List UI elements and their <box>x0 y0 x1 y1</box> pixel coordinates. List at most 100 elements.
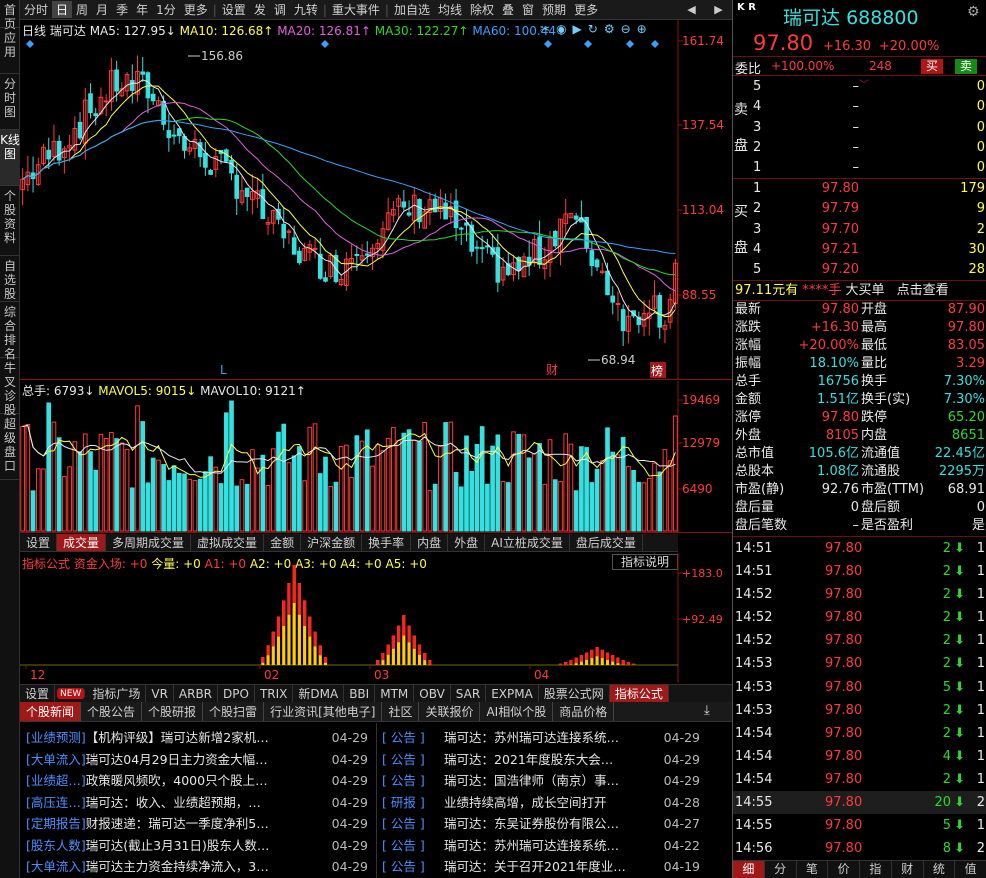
next-arrow-icon[interactable]: ▶ <box>714 3 722 16</box>
indicator-tab-4[interactable]: ARBR <box>174 685 219 702</box>
indicator-panel[interactable]: 指标公式 资金入场: +0 今量: +0 A1: +0 A2: +0 A3: +… <box>20 553 732 683</box>
settings-gear-icon[interactable]: ⚙ <box>967 4 980 20</box>
news-area: [业绩预测]【机构评级】瑞可达新增2家机… 04-29 [大单流入]瑞可达04月29… <box>20 723 732 878</box>
news-item[interactable]: [大单流入]瑞可达主力资金持续净流入，3… 04-29 <box>26 856 376 878</box>
toolbar-item-6[interactable]: 1分 <box>152 1 180 18</box>
left-tab-3[interactable]: K线图 <box>0 130 20 186</box>
quote-bottom-tab-3[interactable]: 价 <box>828 861 860 878</box>
kline-panel[interactable]: 日线 瑞可达 MA5: 127.95↓ MA10: 126.68↑ MA20: … <box>20 20 732 380</box>
indicator-tab-14[interactable]: 指标公式 <box>609 685 669 702</box>
volume-tab-0[interactable]: 设置 <box>20 534 58 551</box>
tick-row: 14:51 97.80 2 ⬇ 1 <box>733 537 986 560</box>
quote-bottom-tab-2[interactable]: 笔 <box>797 861 829 878</box>
indicator-tab-10[interactable]: OBV <box>414 685 451 702</box>
download-icon[interactable]: ⤓ <box>704 703 710 718</box>
toolbar-item-16[interactable]: 叠 <box>498 1 518 18</box>
tick-count: 1 <box>976 656 985 672</box>
toolbar-item-2[interactable]: 周 <box>72 1 92 18</box>
toolbar-item-12[interactable]: 重大事件 <box>328 1 384 18</box>
indicator-tab-9[interactable]: MTM <box>375 685 415 702</box>
buy-button[interactable]: 买 <box>921 59 944 74</box>
toolbar-item-9[interactable]: 发 <box>250 1 270 18</box>
left-tab-0[interactable]: 首页 <box>0 0 20 31</box>
toolbar-item-15[interactable]: 除权 <box>466 1 498 18</box>
indicator-tab-7[interactable]: 新DMA <box>293 685 345 702</box>
toolbar-item-0[interactable]: 分时 <box>20 1 52 18</box>
toolbar-item-10[interactable]: 调 <box>270 1 290 18</box>
toolbar-item-7[interactable]: 更多 <box>180 1 212 18</box>
left-tab-1[interactable]: 应用 <box>0 28 20 74</box>
volume-tab-4[interactable]: 金额 <box>264 534 302 551</box>
toolbar-item-13[interactable]: 加自选 <box>390 1 434 18</box>
news-tab-2[interactable]: 个股研报 <box>142 702 204 721</box>
news-item[interactable]: [ 公告 ] 瑞可达：国浩律师（南京）事… 04-29 <box>382 770 728 792</box>
indicator-tab-12[interactable]: EXPMA <box>486 685 539 702</box>
volume-tab-7[interactable]: 内盘 <box>411 534 449 551</box>
news-item[interactable]: [定期报告]财报速递：瑞可达一季度净利5… 04-29 <box>26 813 376 835</box>
indicator-tab-1[interactable]: NEW <box>57 688 86 699</box>
volume-bar <box>380 450 386 532</box>
news-tab-1[interactable]: 个股公告 <box>81 702 143 721</box>
news-item[interactable]: [高压连…]瑞可达：收入、业绩超预期，… 04-29 <box>26 792 376 814</box>
left-tab-2[interactable]: 分时图 <box>0 74 20 130</box>
news-tab-6[interactable]: 关联报价 <box>419 702 481 721</box>
toolbar-item-17[interactable]: 窗 <box>518 1 538 18</box>
indicator-tab-8[interactable]: BBI <box>344 685 376 702</box>
indicator-tab-5[interactable]: DPO <box>218 685 255 702</box>
news-item[interactable]: [股东人数]瑞可达(截止3月31日)股东人数… 04-29 <box>26 835 376 857</box>
toolbar-item-4[interactable]: 季 <box>112 1 132 18</box>
quote-bottom-tab-4[interactable]: 指 <box>860 861 892 878</box>
news-tab-3[interactable]: 个股扫雷 <box>203 702 265 721</box>
volume-tab-6[interactable]: 换手率 <box>362 534 412 551</box>
news-item[interactable]: [业绩预测]【机构评级】瑞可达新增2家机… 04-29 <box>26 727 376 749</box>
left-tab-7[interactable]: 牛叉诊股 <box>0 358 20 417</box>
volume-panel[interactable]: 总手: 6793↓ MAVOL5: 9015↓ MAVOL10: 9121↑ 1… <box>20 381 732 533</box>
big-order-link[interactable]: 点击查看 <box>897 283 949 298</box>
indicator-tab-2[interactable]: 指标广场 <box>87 685 147 702</box>
news-item[interactable]: [ 公告 ] 瑞可达：苏州瑞可达连接系统… 04-22 <box>382 835 728 857</box>
prev-arrow-icon[interactable]: ◀ <box>687 3 695 16</box>
news-item[interactable]: [业绩超…]政策暖风频吹，4000只个股上… 04-29 <box>26 770 376 792</box>
news-item[interactable]: [ 公告 ] 瑞可达：苏州瑞可达连接系统… 04-29 <box>382 727 728 749</box>
news-item[interactable]: [ 公告 ] 瑞可达：关于召开2021年度业… 04-19 <box>382 856 728 878</box>
left-tab-5[interactable]: 自选股 <box>0 256 20 302</box>
toolbar-item-5[interactable]: 年 <box>132 1 152 18</box>
news-tab-8[interactable]: 商品价格 <box>553 702 615 721</box>
news-tab-0[interactable]: 个股新闻 <box>20 702 82 721</box>
volume-tab-1[interactable]: 成交量 <box>57 534 107 551</box>
left-tab-6[interactable]: 综合排名 <box>0 302 20 361</box>
toolbar-item-14[interactable]: 均线 <box>434 1 466 18</box>
news-item[interactable]: [ 公告 ] 瑞可达：东吴证券股份有限公… 04-27 <box>382 813 728 835</box>
toolbar-item-19[interactable]: 更多 <box>570 1 602 18</box>
toolbar-item-1[interactable]: 日 <box>52 1 73 18</box>
volume-tab-5[interactable]: 沪深金额 <box>301 534 363 551</box>
news-item[interactable]: [ 研报 ] 业绩持续高增，成长空间打开 04-28 <box>382 792 728 814</box>
volume-tab-2[interactable]: 多周期成交量 <box>106 534 192 551</box>
news-tab-7[interactable]: AI相似个股 <box>480 702 554 721</box>
indicator-tab-6[interactable]: TRIX <box>255 685 294 702</box>
toolbar-item-11[interactable]: 九转 <box>290 1 322 18</box>
left-tab-4[interactable]: 个股资料 <box>0 186 20 256</box>
news-item[interactable]: [ 公告 ] 瑞可达：2021年度股东大会… 04-29 <box>382 749 728 771</box>
toolbar-item-18[interactable]: 预期 <box>538 1 570 18</box>
indicator-tab-0[interactable]: 设置 <box>20 685 56 702</box>
volume-tab-10[interactable]: 盘后成交量 <box>570 534 643 551</box>
news-tab-4[interactable]: 行业资讯[其他电子] <box>264 702 383 721</box>
indicator-tab-11[interactable]: SAR <box>451 685 487 702</box>
quote-bottom-tab-1[interactable]: 分 <box>765 861 797 878</box>
toolbar-item-8[interactable]: 设置 <box>218 1 250 18</box>
indicator-tab-3[interactable]: VR <box>146 685 174 702</box>
sell-button[interactable]: 卖 <box>955 59 978 74</box>
indicator-tab-13[interactable]: 股票公式网 <box>539 685 610 702</box>
news-tab-5[interactable]: 社区 <box>382 702 420 721</box>
volume-tab-9[interactable]: AI立桩成交量 <box>485 534 570 551</box>
quote-bottom-tab-6[interactable]: 统 <box>924 861 956 878</box>
quote-bottom-tab-5[interactable]: 财 <box>892 861 924 878</box>
quote-bottom-tab-0[interactable]: 细 <box>733 861 765 878</box>
quote-bottom-tab-7[interactable]: 值 <box>955 861 986 878</box>
toolbar-item-3[interactable]: 月 <box>92 1 112 18</box>
news-item[interactable]: [大单流入]瑞可达04月29日主力资金大幅… 04-29 <box>26 749 376 771</box>
volume-tab-8[interactable]: 外盘 <box>448 534 486 551</box>
volume-tab-3[interactable]: 虚拟成交量 <box>191 534 265 551</box>
left-tab-8[interactable]: 超级盘口 <box>0 414 20 480</box>
